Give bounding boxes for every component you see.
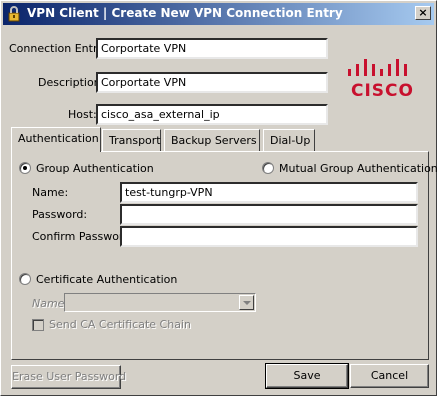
group-authentication-radio[interactable] [19, 162, 31, 174]
certificate-name-select[interactable] [64, 293, 256, 312]
host-label: Host: [68, 108, 97, 121]
connection-entry-input[interactable]: Corportate VPN [96, 38, 328, 59]
connection-entry-label: Connection Entry: [9, 42, 107, 55]
confirm-password-input[interactable] [120, 226, 418, 247]
tab-dial-up[interactable]: Dial-Up [263, 129, 315, 151]
tab-backup-servers[interactable]: Backup Servers [164, 129, 260, 151]
description-input[interactable]: Corportate VPN [96, 72, 328, 93]
tab-transport[interactable]: Transport [102, 129, 161, 151]
group-name-label: Name: [32, 186, 69, 199]
send-ca-chain-label: Send CA Certificate Chain [49, 318, 191, 331]
mutual-group-authentication-radio[interactable] [262, 162, 274, 174]
certificate-authentication-radio[interactable] [19, 273, 31, 285]
mutual-group-authentication-label: Mutual Group Authentication [279, 162, 437, 175]
certificate-name-label: Name: [32, 297, 69, 310]
vpn-lock-icon [8, 6, 20, 22]
save-button[interactable]: Save [265, 363, 349, 389]
confirm-password-label: Confirm Password: [32, 230, 134, 243]
radio-selected-indicator [23, 166, 27, 170]
chevron-down-icon[interactable] [239, 295, 254, 310]
window-title: VPN Client | Create New VPN Connection E… [27, 6, 343, 20]
certificate-authentication-label: Certificate Authentication [36, 273, 178, 286]
close-button[interactable]: × [415, 6, 431, 20]
vpn-connection-dialog: VPN Client | Create New VPN Connection E… [0, 0, 437, 396]
title-bar[interactable]: VPN Client | Create New VPN Connection E… [3, 3, 434, 25]
close-icon: × [418, 6, 428, 19]
group-authentication-label: Group Authentication [36, 162, 154, 175]
cisco-wordmark: CISCO [351, 81, 414, 101]
tab-authentication[interactable]: Authentication [11, 127, 101, 152]
description-label: Description: [38, 76, 105, 89]
host-input[interactable]: cisco_asa_external_ip [96, 104, 328, 125]
group-name-input[interactable]: test-tungrp-VPN [120, 182, 418, 203]
send-ca-chain-checkbox[interactable] [32, 319, 44, 331]
cancel-button[interactable]: Cancel [350, 364, 429, 388]
group-password-input[interactable] [120, 204, 418, 225]
erase-user-password-button[interactable]: Erase User Password [11, 365, 126, 389]
group-password-label: Password: [32, 208, 88, 221]
